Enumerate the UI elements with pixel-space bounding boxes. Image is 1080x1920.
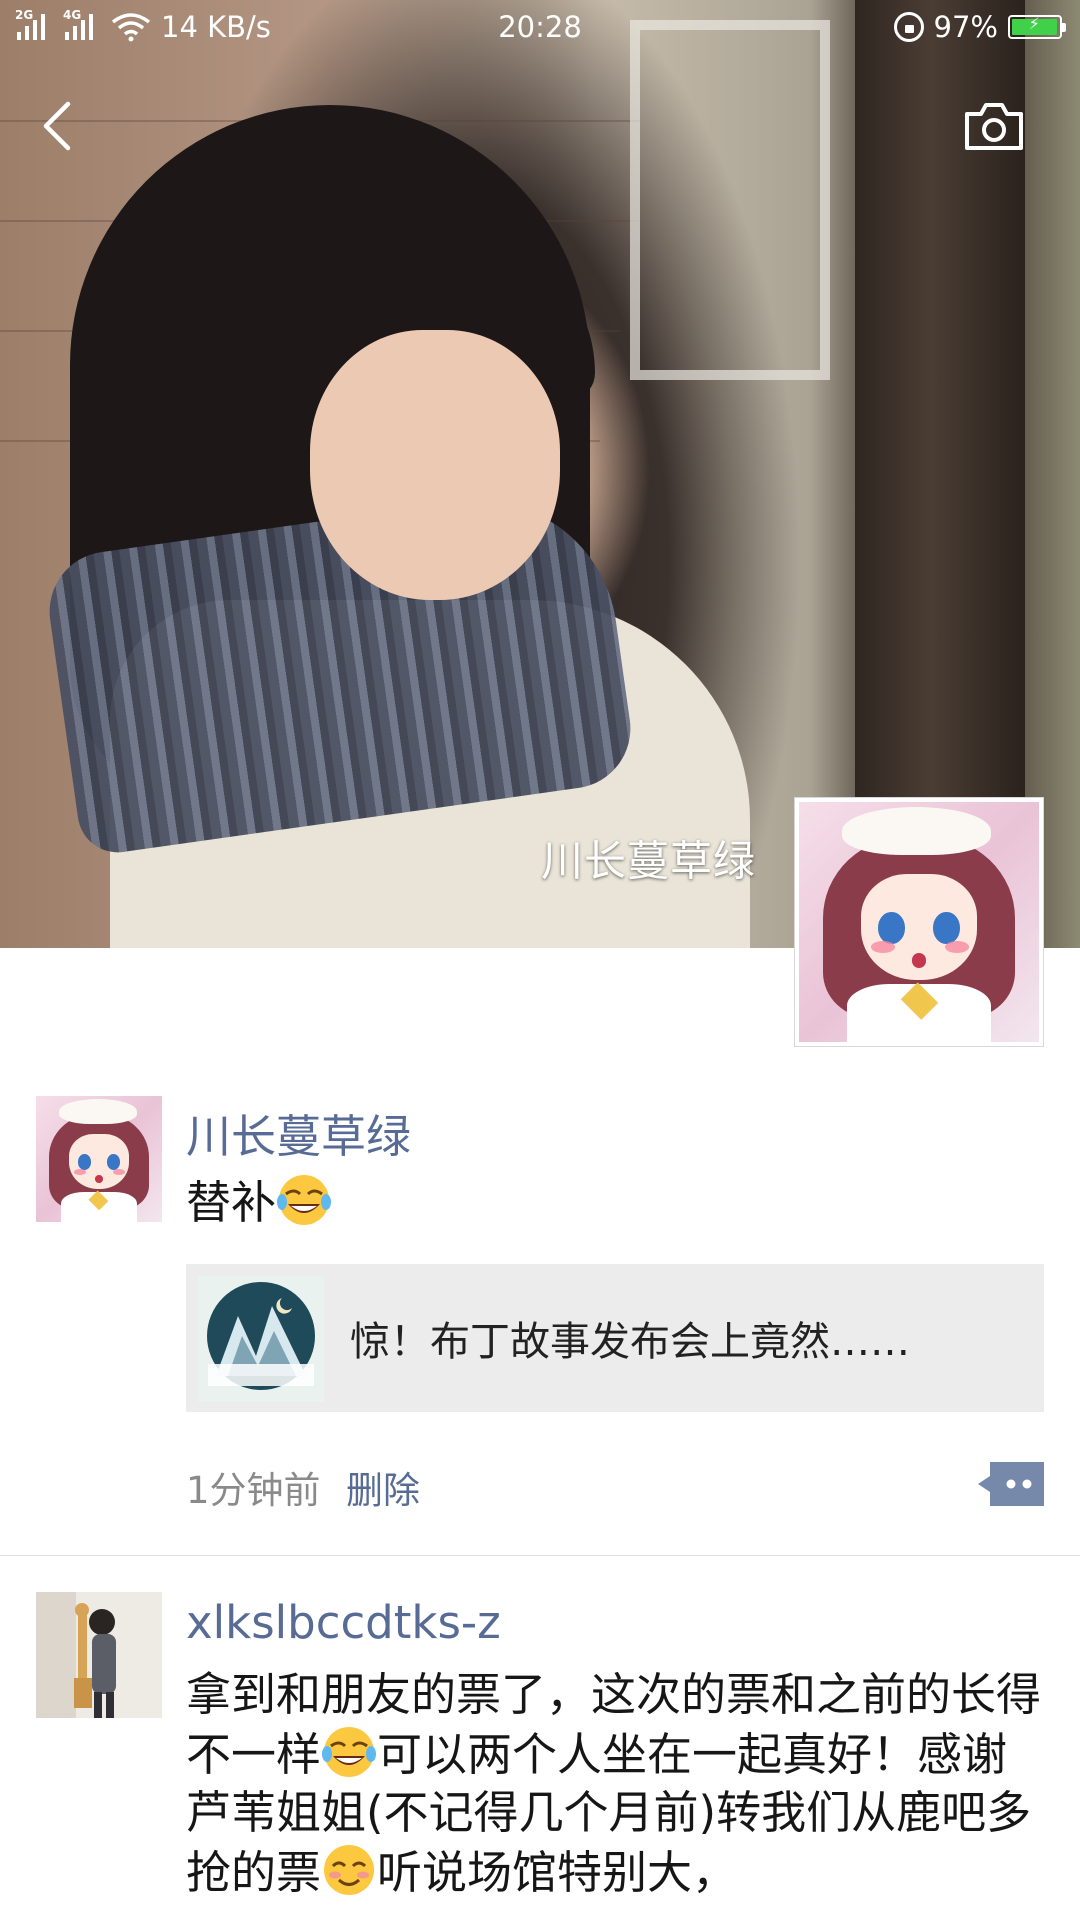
post-username[interactable]: 川长蔓草绿 <box>186 1100 411 1165</box>
status-bar: 2G 4G 14 KB/s 20:28 97% ⚡ <box>0 0 1080 56</box>
post-author-avatar[interactable] <box>36 1096 162 1222</box>
link-thumbnail <box>198 1276 324 1402</box>
post-time: 1分钟前 <box>186 1469 321 1512</box>
post-username-2[interactable]: xlkslbccdtks-z <box>186 1596 501 1649</box>
battery-percent: 97% <box>933 10 998 44</box>
link-card[interactable]: 惊！布丁故事发布会上竟然…… <box>186 1264 1044 1412</box>
comment-more-icon[interactable] <box>978 1462 1044 1506</box>
camera-icon[interactable] <box>963 100 1025 152</box>
tears-of-joy-emoji <box>322 1727 377 1777</box>
profile-avatar[interactable] <box>794 797 1044 1047</box>
post-text: 替补 <box>186 1172 1044 1232</box>
smiling-blush-emoji <box>324 1845 375 1895</box>
delete-button[interactable]: 删除 <box>346 1460 420 1514</box>
post-text-2-part-3: 听说场馆特别大， <box>377 1846 738 1899</box>
battery-icon: ⚡ <box>1008 14 1066 39</box>
cover-username: 川长蔓草绿 <box>540 836 756 886</box>
rotation-lock-icon <box>893 12 924 42</box>
link-title: 惊！布丁故事发布会上竟然…… <box>350 1319 910 1365</box>
post-text-2: 拿到和朋友的票了，这次的票和之前的长得不一样 可以两个人坐在一起真好！感谢芦苇姐… <box>186 1666 1044 1902</box>
post-author-avatar-2[interactable] <box>36 1592 162 1718</box>
post-text-content: 替补 <box>186 1176 277 1229</box>
tears-of-joy-emoji <box>277 1175 332 1225</box>
back-icon[interactable] <box>38 98 78 154</box>
post-divider <box>0 1555 1080 1556</box>
